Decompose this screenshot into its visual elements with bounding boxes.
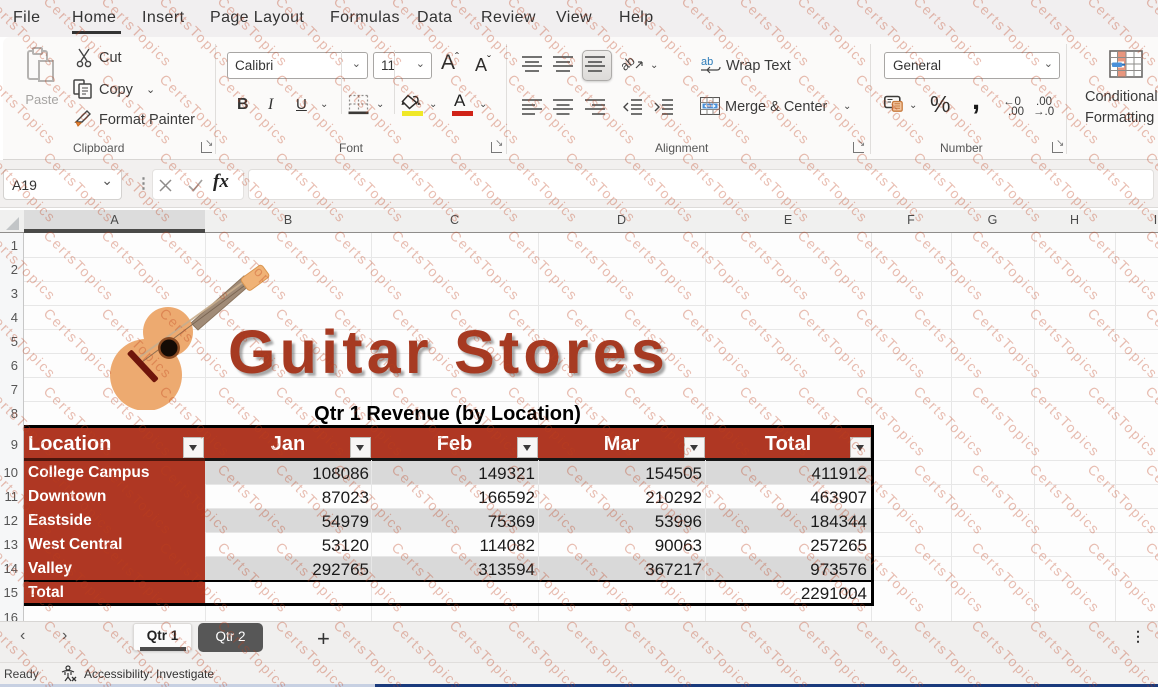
svg-text:ab: ab	[622, 54, 638, 74]
svg-text:ab: ab	[701, 56, 713, 68]
svg-text:→.0: →.0	[1033, 106, 1054, 116]
svg-text:.00: .00	[1008, 106, 1024, 116]
